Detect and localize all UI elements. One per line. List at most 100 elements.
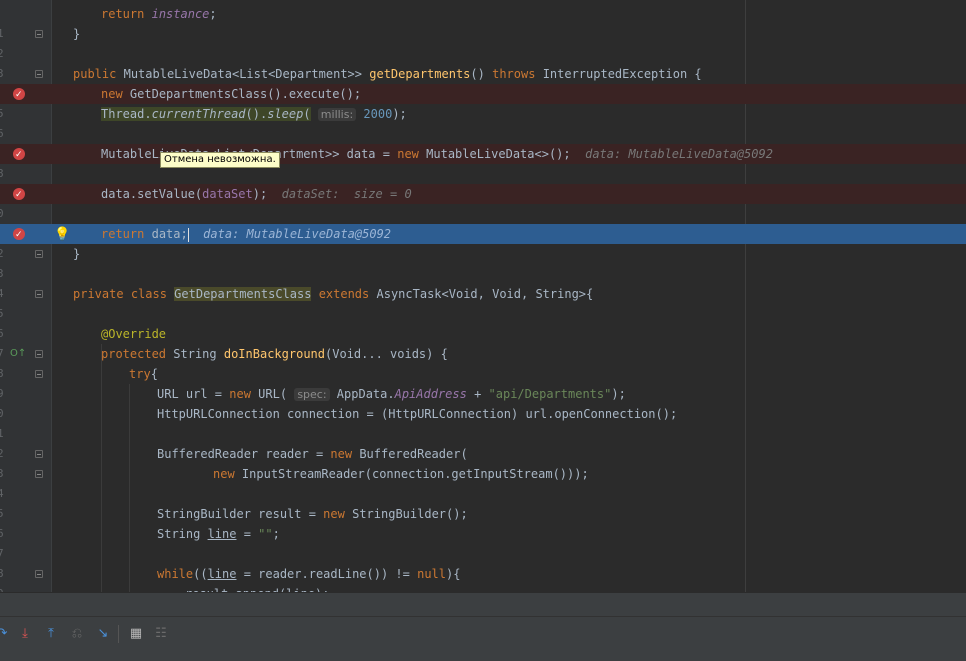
evaluate-expression-icon[interactable]: ▦ xyxy=(128,626,144,642)
code-text: data; xyxy=(151,227,188,241)
code-text: = xyxy=(236,527,259,541)
code-text: (( xyxy=(193,567,208,581)
code-text: ); xyxy=(611,387,626,401)
code-line[interactable]: 8 xyxy=(0,544,966,580)
step-over-icon[interactable]: ↷ xyxy=(0,626,10,642)
code-line[interactable]: 0 URL url = new URL( spec: AppData.ApiAd… xyxy=(0,384,966,420)
string-literal: "api/Departments" xyxy=(488,387,612,401)
code-editor[interactable]: 1 return instance; 2 } 3 4 public Mutabl… xyxy=(0,0,966,592)
code-line[interactable]: 5 private class GetDepartmentsClass exte… xyxy=(0,284,966,320)
breakpoint-icon[interactable] xyxy=(13,185,25,205)
keyword: null xyxy=(417,567,447,581)
trace-icon[interactable]: ☷ xyxy=(153,626,169,642)
variable: line xyxy=(207,527,237,541)
code-line[interactable]: 1 return instance; xyxy=(0,4,966,40)
class-name: GetDepartmentsClass xyxy=(174,287,312,301)
code-line[interactable]: 5 xyxy=(0,484,966,520)
code-text: (). xyxy=(245,107,268,121)
keyword: new xyxy=(397,147,419,161)
code-text: InterruptedException { xyxy=(542,67,702,81)
code-text: = reader.readLine()) != xyxy=(236,567,418,581)
code-line[interactable]: 6 xyxy=(0,304,966,340)
code-line[interactable]: 0 result.append(line); xyxy=(0,584,966,592)
fold-icon[interactable] xyxy=(35,450,43,458)
code-line[interactable]: 7 xyxy=(0,124,966,160)
method-name: currentThread xyxy=(151,107,246,121)
code-line[interactable]: 9 xyxy=(0,164,966,200)
code-text: ); xyxy=(252,187,268,201)
code-line[interactable]: 7 String line = ""; xyxy=(0,524,966,560)
code-text: + xyxy=(466,387,489,401)
code-line[interactable]: 4 public MutableLiveData<List<Department… xyxy=(0,64,966,100)
code-line[interactable]: 6 StringBuilder result = new StringBuild… xyxy=(0,504,966,540)
breakpoint-icon[interactable] xyxy=(13,145,25,165)
fold-icon[interactable] xyxy=(35,290,43,298)
code-line[interactable]: 2 } xyxy=(0,24,966,60)
code-text: HttpURLConnection connection = (HttpURLC… xyxy=(157,407,678,421)
keyword: protected xyxy=(101,347,167,361)
fold-icon[interactable] xyxy=(35,470,43,478)
code-text: StringBuilder result = xyxy=(157,507,324,521)
step-into-icon[interactable]: ⤓ xyxy=(17,626,33,642)
fold-icon[interactable] xyxy=(35,570,43,578)
breakpoint-icon[interactable] xyxy=(13,85,25,105)
parameter-hint: spec: xyxy=(294,388,330,401)
keyword: new xyxy=(101,87,123,101)
fold-icon[interactable] xyxy=(35,250,43,258)
step-out-icon[interactable]: ⤒ xyxy=(43,626,59,642)
keyword: throws xyxy=(492,67,536,81)
run-to-cursor-icon[interactable]: ↘ xyxy=(95,626,111,642)
drop-frame-icon[interactable]: ⎌ xyxy=(69,626,85,642)
code-line[interactable]: 3 } xyxy=(0,244,966,280)
code-text: AsyncTask<Void, Void, String>{ xyxy=(376,287,594,301)
current-execution-line[interactable]: 2 💡 return data; data: MutableLiveData@5… xyxy=(0,224,966,260)
text-caret xyxy=(187,227,189,242)
code-line[interactable]: 9 try{ xyxy=(0,364,966,400)
method-name: sleep xyxy=(267,107,304,121)
lightbulb-icon[interactable]: 💡 xyxy=(54,225,70,245)
code-text: } xyxy=(73,247,81,261)
code-line[interactable]: 3 BufferedReader reader = new BufferedRe… xyxy=(0,444,966,480)
code-text: ( xyxy=(303,107,311,121)
tooltip: Отмена невозможна. xyxy=(160,152,280,168)
field: ApiAddress xyxy=(394,387,467,401)
code-text: { xyxy=(150,367,158,381)
divider xyxy=(0,616,966,617)
code-line[interactable]: 4 xyxy=(0,264,966,300)
fold-icon[interactable] xyxy=(35,70,43,78)
code-line[interactable]: 9 while((line = reader.readLine()) != nu… xyxy=(0,564,966,592)
fold-icon[interactable] xyxy=(35,350,43,358)
code-text: StringBuilder(); xyxy=(352,507,468,521)
code-text: String xyxy=(173,347,217,361)
code-text: MutableLiveData<>(); xyxy=(426,147,571,161)
code-text: ){ xyxy=(446,567,461,581)
code-line[interactable]: 0 data.setValue(dataSet); dataSet: size … xyxy=(0,184,966,220)
fold-icon[interactable] xyxy=(35,30,43,38)
code-line[interactable]: 6 Thread.currentThread().sleep( millis: … xyxy=(0,104,966,140)
override-method-icon[interactable]: O↑ xyxy=(10,344,26,364)
keyword: public xyxy=(73,67,117,81)
keyword: new xyxy=(213,467,235,481)
code-text: BufferedReader( xyxy=(359,447,468,461)
debugger-toolbar: ↷ ⤓ ⤒ ⎌ ↘ ▦ ☷ xyxy=(0,592,966,661)
code-line[interactable]: 2 xyxy=(0,424,966,460)
code-line[interactable]: 3 xyxy=(0,44,966,80)
code-line[interactable]: 8 MutableLiveData<List<Department>> data… xyxy=(0,144,966,180)
code-text: ; xyxy=(272,527,280,541)
keyword: new xyxy=(229,387,251,401)
breakpoint-icon[interactable] xyxy=(13,225,25,245)
fold-icon[interactable] xyxy=(35,370,43,378)
code-text: . xyxy=(144,107,152,121)
code-line[interactable]: 7 @Override xyxy=(0,324,966,360)
code-line[interactable]: 5 new GetDepartmentsClass().execute(); xyxy=(0,84,966,120)
code-line[interactable]: 8 O↑ protected String doInBackground(Voi… xyxy=(0,344,966,380)
code-line[interactable]: 1 HttpURLConnection connection = (HttpUR… xyxy=(0,404,966,440)
code-line[interactable]: 4 new InputStreamReader(connection.getIn… xyxy=(0,464,966,500)
code-text: URL( xyxy=(258,387,288,401)
code-line[interactable]: 1 xyxy=(0,204,966,240)
keyword: extends xyxy=(318,287,370,301)
parameter-hint: millis: xyxy=(317,108,357,121)
keyword: private xyxy=(73,287,124,301)
divider xyxy=(118,625,119,643)
code-text: result.append(line); xyxy=(185,584,330,592)
